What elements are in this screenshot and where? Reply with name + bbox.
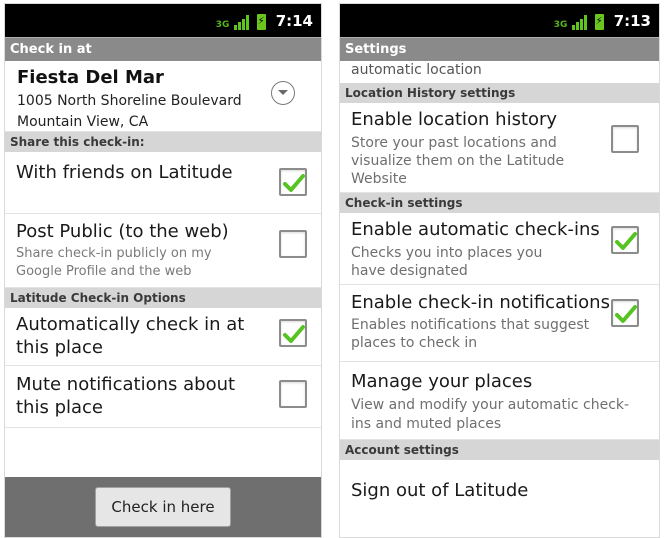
venue-address: 1005 North Shoreline Boulevard [17, 93, 242, 109]
status-bar: 3G ⚡ 7:14 [5, 4, 321, 37]
chevron-down-icon[interactable] [271, 81, 295, 105]
checkin-notifications-label: Enable check-in notifications [351, 292, 610, 313]
post-public-checkbox[interactable] [279, 230, 307, 258]
venue-city: Mountain View, CA [17, 114, 149, 130]
post-public-description: Share check-in publicly on my Google Pro… [16, 246, 212, 279]
auto-checkins-checkbox[interactable] [611, 226, 639, 254]
checkin-notifications-description: Enables notifications that suggest place… [351, 317, 590, 351]
section-header-options: Latitude Check-in Options [5, 288, 321, 308]
post-public-label: Post Public (to the web) [16, 221, 229, 242]
section-header-share: Share this check-in: [5, 132, 321, 152]
location-history-row[interactable]: Enable location history Store your past … [340, 103, 659, 193]
section-header-checkin: Check-in settings [340, 193, 659, 213]
venue-name: Fiesta Del Mar [17, 67, 164, 88]
signal-icon [571, 14, 587, 30]
screen-title: Check in at [5, 37, 321, 61]
manage-places-row[interactable]: Manage your places View and modify your … [340, 362, 659, 440]
auto-checkin-label: Automatically check in at this place [16, 314, 245, 358]
venue-card[interactable]: Fiesta Del Mar 1005 North Shoreline Boul… [5, 61, 321, 132]
manage-places-description: View and modify your automatic check-ins… [351, 397, 630, 432]
footer-bar: Check in here [5, 477, 321, 537]
share-latitude-label: With friends on Latitude [16, 162, 233, 183]
post-public-row[interactable]: Post Public (to the web) Share check-in … [5, 214, 321, 288]
sign-out-row[interactable]: Sign out of Latitude [340, 460, 659, 522]
settings-screen: 3G ⚡ 7:13 Settings automatic location Lo… [339, 3, 660, 538]
sign-out-label: Sign out of Latitude [351, 480, 529, 501]
checkin-notifications-checkbox[interactable] [611, 299, 639, 327]
mute-notifications-label: Mute notifications about this place [16, 374, 236, 418]
battery-icon: ⚡ [594, 13, 604, 30]
partial-setting-text: automatic location [351, 62, 482, 78]
auto-checkins-label: Enable automatic check-ins [351, 219, 600, 240]
checkin-notifications-row[interactable]: Enable check-in notifications Enables no… [340, 285, 659, 362]
screen-title: Settings [340, 37, 659, 61]
auto-checkin-checkbox[interactable] [279, 319, 307, 347]
share-latitude-row[interactable]: With friends on Latitude [5, 152, 321, 214]
section-header-account: Account settings [340, 440, 659, 460]
partial-setting-row[interactable]: automatic location [340, 61, 659, 83]
battery-icon: ⚡ [256, 13, 266, 30]
checkin-screen: 3G ⚡ 7:14 Check in at Fiesta Del Mar 100… [4, 3, 322, 538]
section-header-location-history: Location History settings [340, 83, 659, 103]
network-3g-icon: 3G [553, 19, 568, 30]
auto-checkin-row[interactable]: Automatically check in at this place [5, 308, 321, 366]
mute-notifications-checkbox[interactable] [279, 380, 307, 408]
auto-checkins-row[interactable]: Enable automatic check-ins Checks you in… [340, 213, 659, 285]
network-3g-icon: 3G [215, 19, 230, 30]
signal-icon [233, 14, 249, 30]
clock: 7:14 [275, 11, 313, 30]
location-history-description: Store your past locations and visualize … [351, 135, 565, 187]
clock: 7:13 [613, 11, 651, 30]
location-history-label: Enable location history [351, 109, 558, 130]
location-history-checkbox[interactable] [611, 125, 639, 153]
auto-checkins-description: Checks you into places you have designat… [351, 245, 543, 279]
share-latitude-checkbox[interactable] [279, 168, 307, 196]
status-bar: 3G ⚡ 7:13 [340, 4, 659, 37]
mute-notifications-row[interactable]: Mute notifications about this place [5, 366, 321, 428]
manage-places-label: Manage your places [351, 371, 533, 392]
check-in-button[interactable]: Check in here [95, 487, 231, 527]
